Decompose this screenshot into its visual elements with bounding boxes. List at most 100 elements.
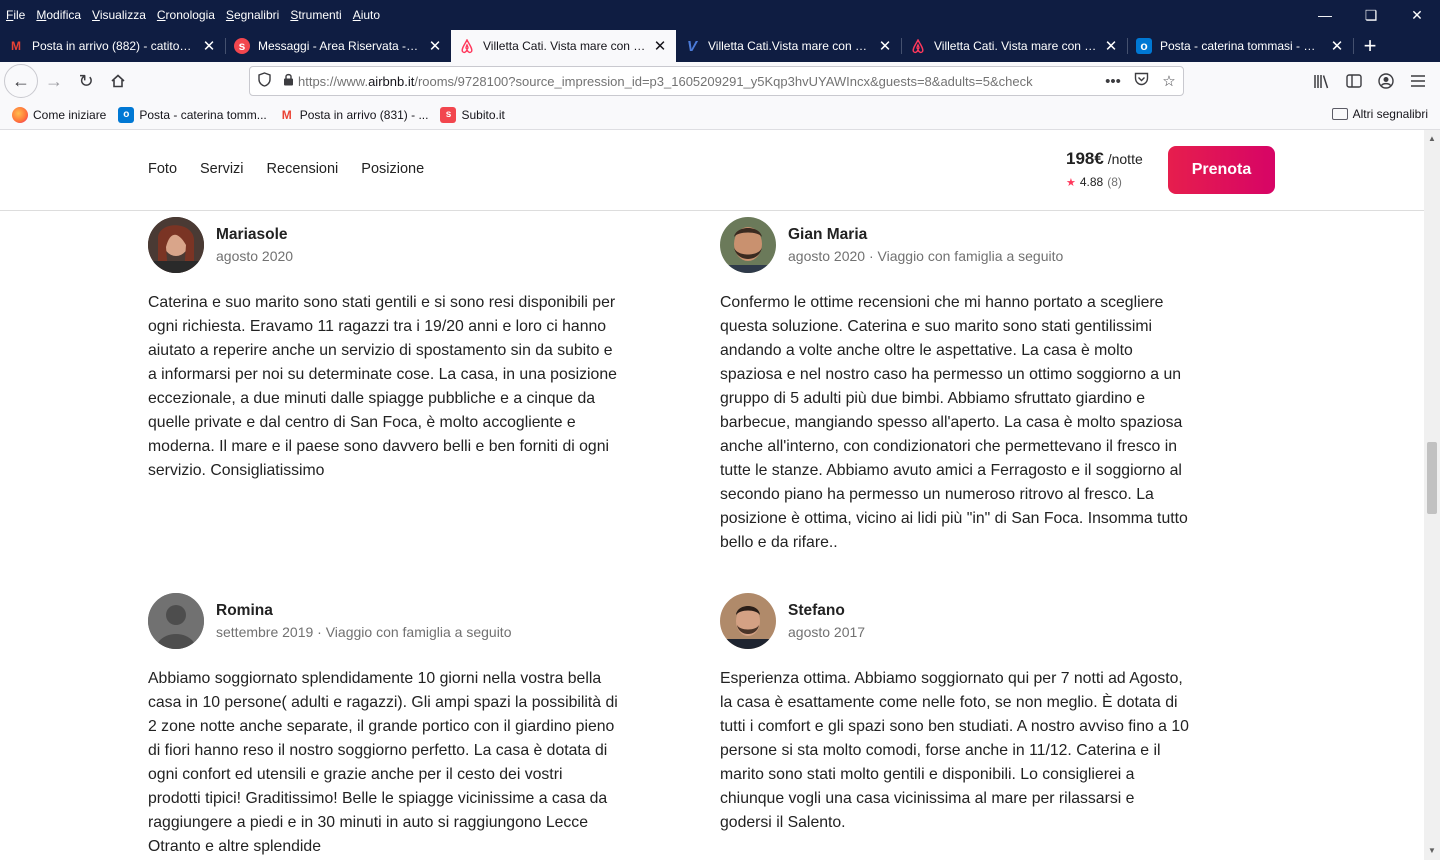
tab-title: Posta - caterina tommasi - Outlook (1160, 39, 1323, 53)
menu-cronologia[interactable]: Cronologia (157, 8, 215, 22)
other-bookmarks[interactable]: Altri segnalibri (1331, 107, 1428, 121)
avatar[interactable] (148, 217, 204, 273)
address-bar[interactable]: https://www.airbnb.it/rooms/9728100?sour… (249, 66, 1184, 96)
close-tab-icon[interactable]: ✕ (877, 37, 893, 55)
bookmark-label: Subito.it (461, 107, 505, 122)
bookmark-subito[interactable]: s Subito.it (440, 106, 505, 123)
airbnb-icon (910, 38, 926, 54)
review-gian-maria: Gian Maria agosto 2020 · Viaggio con fam… (720, 217, 1190, 555)
menu-modifica[interactable]: Modifica (36, 8, 81, 22)
sidebar-icon[interactable] (1338, 65, 1370, 97)
other-bookmarks-label: Altri segnalibri (1352, 107, 1428, 121)
review-mariasole: Mariasole agosto 2020 Caterina e suo mar… (148, 217, 618, 483)
bookmarks-bar: Come iniziare o Posta - caterina tomm...… (0, 100, 1440, 130)
lock-icon[interactable] (278, 73, 298, 89)
subito-icon: s (234, 38, 250, 54)
reviewer-name: Stefano (788, 602, 845, 619)
review-text: Abbiamo soggiornato splendidamente 10 gi… (148, 670, 618, 855)
bookmark-star-icon[interactable]: ☆ (1155, 72, 1183, 90)
outlook-icon: o (1136, 38, 1152, 54)
close-tab-icon[interactable]: ✕ (201, 37, 217, 55)
avatar[interactable] (148, 593, 204, 649)
menu-segnalibri[interactable]: Segnalibri (226, 8, 279, 22)
url-text[interactable]: https://www.airbnb.it/rooms/9728100?sour… (298, 74, 1099, 89)
menu-aiuto[interactable]: Aiuto (353, 8, 380, 22)
tab-airbnb[interactable]: Villetta Cati. Vista mare con giardino ✕ (902, 30, 1127, 62)
new-tab-icon[interactable]: + (1354, 30, 1386, 62)
tracking-shield-icon[interactable] (250, 72, 278, 90)
back-icon[interactable]: ← (4, 64, 38, 98)
account-icon[interactable] (1370, 65, 1402, 97)
reviewer-name: Romina (216, 602, 273, 619)
subnav-link-posizione[interactable]: Posizione (361, 161, 424, 177)
outlook-icon: o (118, 106, 135, 123)
subnav-link-recensioni[interactable]: Recensioni (267, 161, 339, 177)
restore-icon[interactable]: ❏ (1348, 0, 1394, 30)
bookmark-gmail[interactable]: M Posta in arrivo (831) - ... (279, 107, 429, 123)
review-date: agosto 2020 · Viaggio con famiglia a seg… (788, 248, 1064, 264)
review-text: Confermo le ottime recensioni che mi han… (720, 294, 1188, 551)
tab-title: Villetta Cati. Vista mare con giardino (934, 39, 1097, 53)
subnav-link-foto[interactable]: Foto (148, 161, 177, 177)
book-button[interactable]: Prenota (1168, 146, 1275, 194)
nightly-price: 198€ /notte (1066, 149, 1143, 168)
reviewer-name: Gian Maria (788, 226, 868, 243)
menu-visualizza[interactable]: Visualizza (92, 8, 146, 22)
rating-summary[interactable]: ★ 4.88 (8) (1066, 175, 1143, 189)
tab-vrbo[interactable]: V Villetta Cati.Vista mare con giardino … (676, 30, 901, 62)
firefox-icon (12, 106, 28, 123)
tab-title: Messaggi - Area Riservata - Subito (258, 39, 421, 53)
scroll-down-icon[interactable]: ▼ (1424, 846, 1440, 855)
page-scrollbar[interactable]: ▲ ▼ (1424, 130, 1440, 860)
review-stefano: Stefano agosto 2017 Esperienza ottima. A… (720, 593, 1190, 835)
review-text: Esperienza ottima. Abbiamo soggiornato q… (720, 670, 1189, 831)
hamburger-menu-icon[interactable] (1402, 65, 1434, 97)
menu-bar: File Modifica Visualizza Cronologia Segn… (0, 0, 1440, 30)
tab-outlook[interactable]: o Posta - caterina tommasi - Outlook ✕ (1128, 30, 1353, 62)
avatar[interactable] (720, 217, 776, 273)
home-icon[interactable] (102, 65, 134, 97)
scrollbar-thumb[interactable] (1427, 442, 1437, 514)
close-tab-icon[interactable]: ✕ (1103, 37, 1119, 55)
close-tab-icon[interactable]: ✕ (1329, 37, 1345, 55)
review-text: Caterina e suo marito sono stati gentili… (148, 294, 617, 479)
listing-subnav: Foto Servizi Recensioni Posizione 198€ /… (0, 130, 1424, 211)
forward-icon[interactable]: → (38, 65, 70, 97)
tab-bar: M Posta in arrivo (882) - catitommasi ✕ … (0, 30, 1440, 62)
gmail-icon: M (11, 39, 21, 53)
star-icon: ★ (1066, 176, 1076, 189)
close-tab-icon[interactable]: ✕ (652, 37, 668, 55)
reviewer-name: Mariasole (216, 226, 288, 243)
tab-title: Posta in arrivo (882) - catitommasi (32, 39, 195, 53)
close-tab-icon[interactable]: ✕ (427, 37, 443, 55)
price-summary: 198€ /notte ★ 4.88 (8) (1066, 149, 1143, 189)
scroll-up-icon[interactable]: ▲ (1424, 134, 1440, 143)
review-romina: Romina settembre 2019 · Viaggio con fami… (148, 593, 618, 859)
avatar[interactable] (720, 593, 776, 649)
bookmark-outlook[interactable]: o Posta - caterina tomm... (118, 106, 267, 123)
subnav-link-servizi[interactable]: Servizi (200, 161, 244, 177)
review-date: settembre 2019 · Viaggio con famiglia a … (216, 624, 512, 640)
tab-title: Villetta Cati.Vista mare con giardino (708, 39, 871, 53)
vrbo-icon: V (686, 37, 697, 55)
library-icon[interactable] (1306, 65, 1338, 97)
page-viewport: Foto Servizi Recensioni Posizione 198€ /… (0, 130, 1424, 860)
reload-icon[interactable]: ↻ (70, 65, 102, 97)
bookmark-come-iniziare[interactable]: Come iniziare (12, 106, 106, 123)
folder-icon (1331, 108, 1348, 120)
bookmark-label: Posta - caterina tomm... (139, 107, 267, 122)
tab-subito[interactable]: s Messaggi - Area Riservata - Subito ✕ (226, 30, 451, 62)
menu-file[interactable]: File (6, 8, 25, 22)
close-window-icon[interactable]: ✕ (1394, 0, 1440, 30)
pocket-icon[interactable] (1127, 72, 1155, 90)
page-actions-icon[interactable]: ••• (1099, 73, 1127, 90)
bookmark-label: Posta in arrivo (831) - ... (299, 107, 429, 122)
rating-value: 4.88 (1079, 175, 1104, 189)
airbnb-icon (459, 38, 475, 54)
tab-gmail[interactable]: M Posta in arrivo (882) - catitommasi ✕ (0, 30, 225, 62)
tab-airbnb-active[interactable]: Villetta Cati. Vista mare con giardino ✕ (451, 30, 676, 62)
review-date: agosto 2020 (216, 248, 294, 264)
menu-strumenti[interactable]: Strumenti (290, 8, 341, 22)
navigation-bar: ← → ↻ https://www.airbnb.it/rooms/972810… (0, 62, 1440, 100)
minimize-icon[interactable]: — (1302, 0, 1348, 30)
